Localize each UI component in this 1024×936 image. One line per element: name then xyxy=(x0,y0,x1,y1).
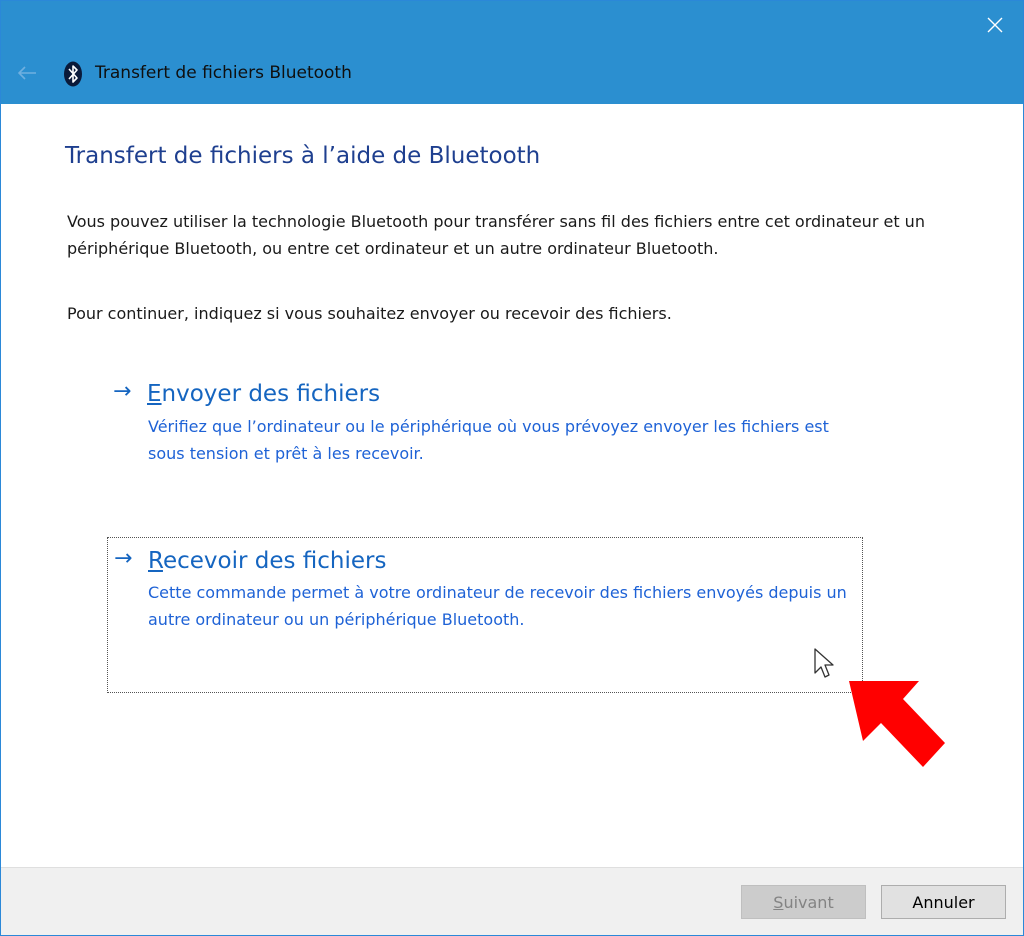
close-icon xyxy=(987,17,1003,33)
send-files-title-accelerator: E xyxy=(147,381,162,407)
next-button-label: uivant xyxy=(783,892,834,912)
bluetooth-transfer-window: Transfert de fichiers Bluetooth Transfer… xyxy=(0,0,1024,936)
send-files-description: Vérifiez que l’ordinateur ou le périphér… xyxy=(148,417,829,463)
receive-files-title: Recevoir des fichiers xyxy=(148,548,386,574)
send-files-title-rest: nvoyer des fichiers xyxy=(161,381,381,407)
title-bar: Transfert de fichiers Bluetooth xyxy=(1,1,1023,104)
receive-files-title-accelerator: R xyxy=(148,548,163,574)
receive-files-option[interactable]: → Recevoir des fichiers Cette commande p… xyxy=(107,537,863,693)
mouse-pointer-icon xyxy=(814,648,834,678)
next-button-accelerator: S xyxy=(773,892,784,912)
close-button[interactable] xyxy=(967,1,1023,49)
description-text: Vous pouvez utiliser la technologie Blue… xyxy=(67,212,925,258)
instruction-text: Pour continuer, indiquez si vous souhait… xyxy=(67,304,672,323)
back-button[interactable] xyxy=(11,59,43,87)
window-title: Transfert de fichiers Bluetooth xyxy=(95,63,352,83)
send-files-option[interactable]: → Envoyer des fichiers Vérifiez que l’or… xyxy=(107,371,863,481)
dialog-footer: Suivant Annuler xyxy=(1,867,1023,935)
bluetooth-icon xyxy=(64,61,82,87)
next-button[interactable]: Suivant xyxy=(741,885,866,919)
red-arrow-icon xyxy=(849,681,945,767)
cancel-button[interactable]: Annuler xyxy=(881,885,1006,919)
send-files-title: Envoyer des fichiers xyxy=(147,381,380,407)
arrow-right-icon: → xyxy=(113,379,132,404)
page-heading: Transfert de fichiers à l’aide de Blueto… xyxy=(65,143,541,169)
arrow-right-icon: → xyxy=(114,546,133,571)
back-arrow-icon xyxy=(17,66,36,80)
receive-files-description: Cette commande permet à votre ordinateur… xyxy=(148,583,847,629)
receive-files-title-rest: ecevoir des fichiers xyxy=(162,548,387,574)
